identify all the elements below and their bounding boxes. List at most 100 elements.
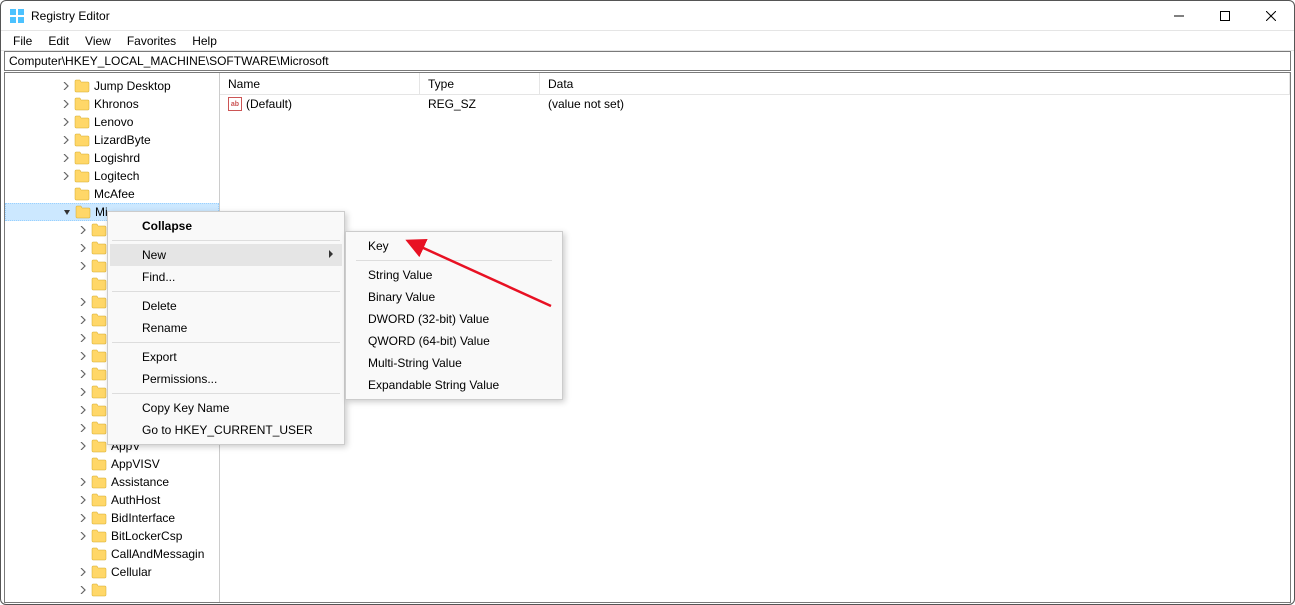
menu-separator	[112, 240, 340, 241]
chevron-icon[interactable]	[77, 494, 89, 506]
chevron-icon[interactable]	[77, 476, 89, 488]
chevron-icon[interactable]	[77, 440, 89, 452]
chevron-icon[interactable]	[77, 458, 89, 470]
chevron-icon[interactable]	[60, 170, 72, 182]
chevron-icon[interactable]	[60, 98, 72, 110]
tree-label: Mi	[95, 205, 108, 219]
tree-item[interactable]	[5, 581, 219, 599]
chevron-icon[interactable]	[60, 134, 72, 146]
chevron-icon[interactable]	[77, 242, 89, 254]
tree-label: BidInterface	[111, 511, 175, 525]
ctx-collapse[interactable]: Collapse	[110, 215, 342, 237]
tree-item[interactable]: AuthHost	[5, 491, 219, 509]
sub-binary-value[interactable]: Binary Value	[348, 286, 560, 308]
menu-help[interactable]: Help	[184, 32, 225, 50]
tree-label: AppVISV	[111, 457, 160, 471]
chevron-icon[interactable]	[60, 80, 72, 92]
tree-label: Lenovo	[94, 115, 133, 129]
tree-label: McAfee	[94, 187, 135, 201]
tree-item[interactable]: Logishrd	[5, 149, 219, 167]
tree-label: Assistance	[111, 475, 169, 489]
tree-item[interactable]: Khronos	[5, 95, 219, 113]
chevron-icon[interactable]	[77, 530, 89, 542]
chevron-icon[interactable]	[77, 314, 89, 326]
col-name[interactable]: Name	[220, 73, 420, 94]
ctx-rename[interactable]: Rename	[110, 317, 342, 339]
tree-item[interactable]: Assistance	[5, 473, 219, 491]
chevron-icon[interactable]	[77, 422, 89, 434]
tree-item[interactable]: McAfee	[5, 185, 219, 203]
ctx-label: Rename	[142, 321, 187, 335]
maximize-button[interactable]	[1202, 1, 1248, 31]
chevron-icon[interactable]	[77, 278, 89, 290]
chevron-icon[interactable]	[77, 548, 89, 560]
chevron-icon[interactable]	[77, 584, 89, 596]
chevron-icon[interactable]	[77, 224, 89, 236]
close-button[interactable]	[1248, 1, 1294, 31]
chevron-icon[interactable]	[77, 368, 89, 380]
chevron-icon[interactable]	[77, 332, 89, 344]
tree-label: Khronos	[94, 97, 139, 111]
col-type[interactable]: Type	[420, 73, 540, 94]
ctx-find-[interactable]: Find...	[110, 266, 342, 288]
chevron-icon[interactable]	[77, 296, 89, 308]
chevron-icon[interactable]	[77, 404, 89, 416]
chevron-icon[interactable]	[77, 566, 89, 578]
tree-label: Jump Desktop	[94, 79, 171, 93]
tree-item[interactable]: Lenovo	[5, 113, 219, 131]
chevron-icon[interactable]	[60, 116, 72, 128]
menu-view[interactable]: View	[77, 32, 119, 50]
tree-label: CallAndMessagin	[111, 547, 204, 561]
ctx-label: Export	[142, 350, 177, 364]
ctx-permissions-[interactable]: Permissions...	[110, 368, 342, 390]
menu-file[interactable]: File	[5, 32, 40, 50]
menu-favorites[interactable]: Favorites	[119, 32, 184, 50]
tree-item[interactable]: BitLockerCsp	[5, 527, 219, 545]
ctx-label: Copy Key Name	[142, 401, 229, 415]
tree-item[interactable]: Jump Desktop	[5, 77, 219, 95]
ctx-label: Find...	[142, 270, 175, 284]
ctx-go-to-hkey-current-user[interactable]: Go to HKEY_CURRENT_USER	[110, 419, 342, 441]
tree-label: Logitech	[94, 169, 139, 183]
ctx-export[interactable]: Export	[110, 346, 342, 368]
col-data[interactable]: Data	[540, 73, 1290, 94]
chevron-icon[interactable]	[60, 188, 72, 200]
address-text: Computer\HKEY_LOCAL_MACHINE\SOFTWARE\Mic…	[9, 54, 329, 68]
tree-item[interactable]: CallAndMessagin	[5, 545, 219, 563]
tree-item[interactable]: LizardByte	[5, 131, 219, 149]
tree-item[interactable]: BidInterface	[5, 509, 219, 527]
sub-key[interactable]: Key	[348, 235, 560, 257]
minimize-button[interactable]	[1156, 1, 1202, 31]
titlebar: Registry Editor	[1, 1, 1294, 31]
submenu-new: Key String ValueBinary ValueDWORD (32-bit…	[345, 231, 563, 400]
sub-multi-string-value[interactable]: Multi-String Value	[348, 352, 560, 374]
ctx-new[interactable]: New	[110, 244, 342, 266]
chevron-icon[interactable]	[60, 152, 72, 164]
sub-string-value[interactable]: String Value	[348, 264, 560, 286]
menu-edit[interactable]: Edit	[40, 32, 77, 50]
chevron-icon[interactable]	[77, 260, 89, 272]
sub-qword-64-bit-value[interactable]: QWORD (64-bit) Value	[348, 330, 560, 352]
ctx-delete[interactable]: Delete	[110, 295, 342, 317]
list-row[interactable]: ab(Default)REG_SZ(value not set)	[220, 95, 1290, 113]
sub-expandable-string-value[interactable]: Expandable String Value	[348, 374, 560, 396]
tree-item[interactable]: Logitech	[5, 167, 219, 185]
chevron-icon[interactable]	[77, 512, 89, 524]
ctx-label: Go to HKEY_CURRENT_USER	[142, 423, 313, 437]
window-title: Registry Editor	[31, 9, 1156, 23]
sub-dword-32-bit-value[interactable]: DWORD (32-bit) Value	[348, 308, 560, 330]
menu-separator	[112, 342, 340, 343]
menu-separator	[112, 291, 340, 292]
context-menu: Collapse New Find... Delete Rename Export Perm…	[107, 211, 345, 445]
tree-item[interactable]: Cellular	[5, 563, 219, 581]
ctx-label: Permissions...	[142, 372, 217, 386]
chevron-icon[interactable]	[77, 386, 89, 398]
address-bar[interactable]: Computer\HKEY_LOCAL_MACHINE\SOFTWARE\Mic…	[4, 51, 1291, 71]
ctx-copy-key-name[interactable]: Copy Key Name	[110, 397, 342, 419]
value-data: (value not set)	[540, 97, 1290, 111]
value-type: REG_SZ	[420, 97, 540, 111]
chevron-icon[interactable]	[61, 206, 73, 218]
tree-item[interactable]: AppVISV	[5, 455, 219, 473]
app-icon	[9, 8, 25, 24]
chevron-icon[interactable]	[77, 350, 89, 362]
